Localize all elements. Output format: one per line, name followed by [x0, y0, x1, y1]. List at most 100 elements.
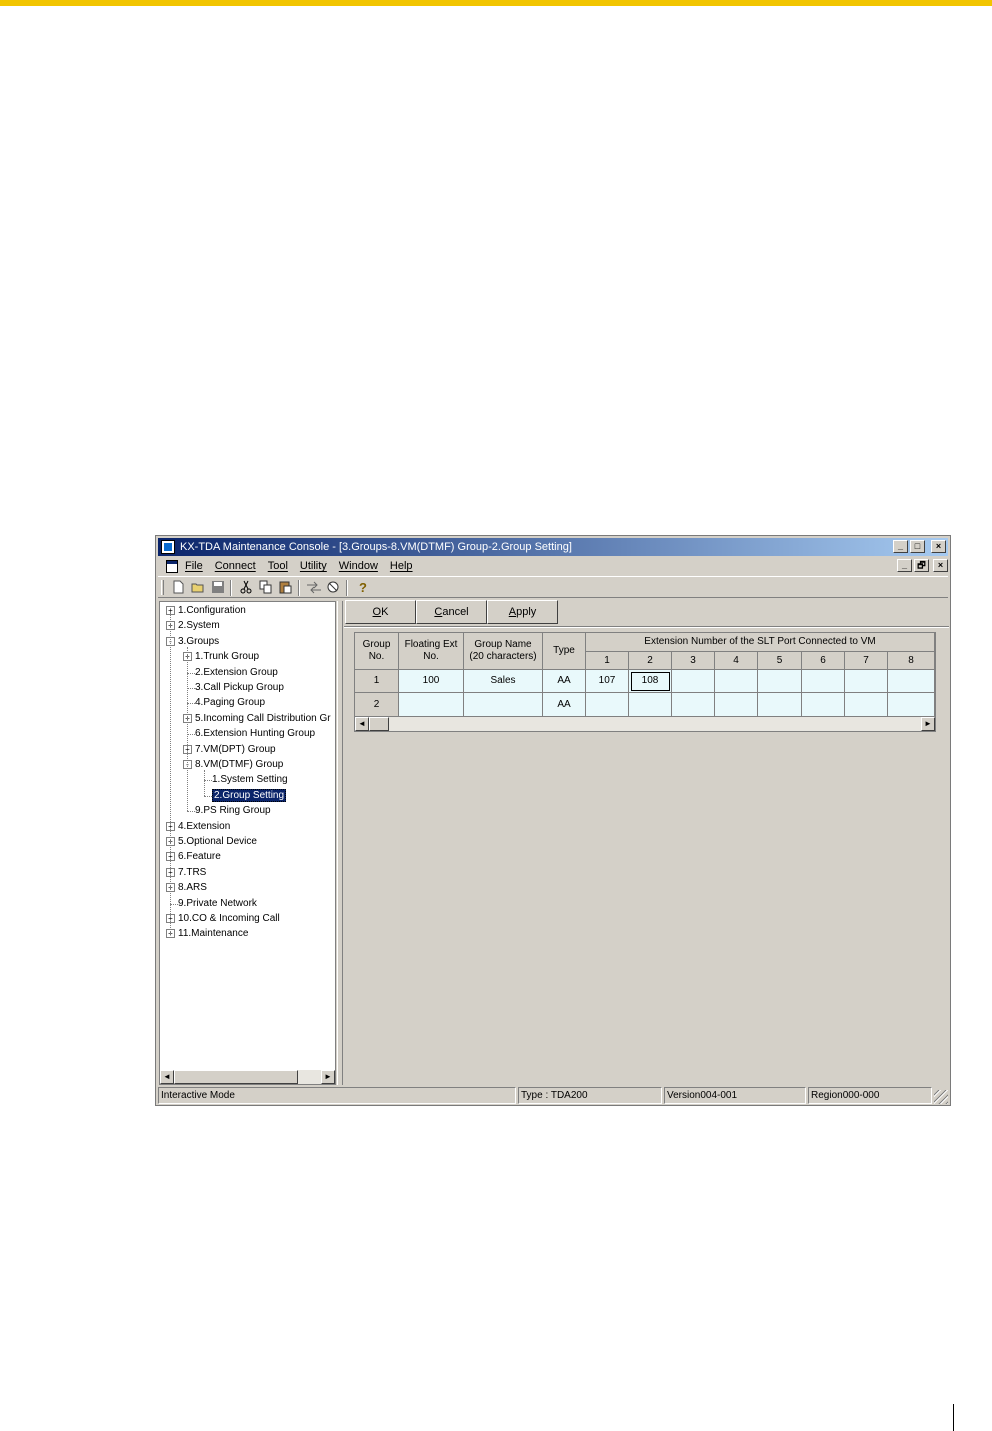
pane-splitter[interactable]	[337, 601, 343, 1085]
tree-item[interactable]: 9.PS Ring Group	[195, 804, 271, 818]
tree-item[interactable]: 5.Optional Device	[178, 835, 257, 849]
open-icon[interactable]	[190, 580, 206, 596]
tree-item[interactable]: 1.Trunk Group	[195, 650, 259, 664]
cancel-button[interactable]: Cancel	[416, 600, 487, 624]
cell-group-name[interactable]: Sales	[464, 670, 543, 693]
tree-item-label: 11.Maintenance	[178, 928, 249, 940]
maximize-button[interactable]: □	[910, 540, 925, 553]
app-icon[interactable]	[161, 540, 175, 554]
tree-item[interactable]: 9.Private Network	[178, 897, 257, 911]
new-icon[interactable]	[170, 580, 186, 596]
help-icon[interactable]: ?	[354, 580, 370, 596]
cell-ext-number[interactable]	[758, 693, 802, 717]
resize-grip-icon[interactable]	[934, 1090, 948, 1104]
grid-scroll-left-icon[interactable]: ◄	[355, 717, 369, 731]
tree-scroll-right-icon[interactable]: ►	[321, 1070, 335, 1084]
menu-utility[interactable]: Utility	[300, 557, 333, 575]
tree-scroll-thumb[interactable]	[174, 1070, 298, 1084]
child-minimize-button[interactable]: _	[897, 559, 912, 572]
tree-item[interactable]: 1.Configuration	[178, 604, 246, 618]
save-icon[interactable]	[210, 580, 226, 596]
tree-item[interactable]: 5.Incoming Call Distribution Gr	[195, 712, 331, 726]
ok-button[interactable]: OK	[345, 600, 416, 624]
cell-ext-number[interactable]: 108	[629, 670, 672, 693]
tree-item[interactable]: 8.ARS	[178, 881, 207, 895]
grid-scroll-right-icon[interactable]: ►	[921, 717, 935, 731]
tree-item[interactable]: 2.Extension Group	[195, 666, 278, 680]
header-ext-group: Extension Number of the SLT Port Connect…	[586, 633, 935, 652]
close-button[interactable]: ×	[931, 540, 946, 553]
grid-horizontal-scrollbar[interactable]: ◄ ►	[355, 717, 935, 731]
tree-item[interactable]: 2.Group Setting	[212, 788, 287, 803]
disconnect-icon[interactable]	[326, 580, 342, 596]
tree-item-label: 2.Group Setting	[212, 788, 287, 802]
menu-connect[interactable]: Connect	[215, 557, 262, 575]
cell-ext-number[interactable]	[672, 693, 715, 717]
grid-scroll-thumb[interactable]	[369, 717, 389, 731]
tree-item[interactable]: 3.Call Pickup Group	[195, 681, 284, 695]
cell-ext-number[interactable]	[715, 693, 758, 717]
cell-ext-number[interactable]	[845, 693, 888, 717]
tree-item[interactable]: 6.Feature	[178, 850, 221, 864]
page-margin-rule	[953, 1404, 954, 1431]
cell-ext-number[interactable]	[629, 693, 672, 717]
header-ext-col: 8	[888, 652, 935, 670]
cell-ext-number[interactable]: 107	[586, 670, 629, 693]
tree-horizontal-scrollbar[interactable]: ◄ ►	[160, 1070, 335, 1084]
tree-item[interactable]: 10.CO & Incoming Call	[178, 912, 280, 926]
paste-icon[interactable]	[278, 580, 294, 596]
tree-item-label: 8.VM(DTMF) Group	[195, 759, 284, 770]
cell-group-name[interactable]	[464, 693, 543, 717]
tree-item[interactable]: 2.System	[178, 619, 220, 633]
cell-floating-ext[interactable]: 100	[399, 670, 464, 693]
tree-item[interactable]: 4.Extension	[178, 820, 230, 834]
cell-ext-number[interactable]	[802, 670, 845, 693]
cell-ext-number[interactable]	[715, 670, 758, 693]
toolbar-grip[interactable]	[161, 580, 164, 595]
menu-help[interactable]: Help	[390, 557, 419, 575]
document-icon[interactable]	[166, 560, 178, 573]
tree-item[interactable]: 4.Paging Group	[195, 696, 265, 710]
header-floating-ext: Floating Ext No.	[399, 633, 464, 670]
cell-ext-number[interactable]	[758, 670, 802, 693]
tree-item[interactable]: 8.VM(DTMF) Group	[195, 758, 283, 772]
cell-ext-number[interactable]	[888, 693, 935, 717]
cell-group-no: 1	[355, 670, 399, 693]
tree-item[interactable]: 7.VM(DPT) Group	[195, 743, 276, 757]
tree-item[interactable]: 3.Groups	[178, 635, 219, 649]
cell-ext-number[interactable]	[845, 670, 888, 693]
tree-item[interactable]: 6.Extension Hunting Group	[195, 727, 315, 741]
cell-floating-ext[interactable]	[399, 693, 464, 717]
cell-ext-number[interactable]	[802, 693, 845, 717]
cut-icon[interactable]	[238, 580, 254, 596]
copy-icon[interactable]	[258, 580, 274, 596]
minimize-button[interactable]: _	[893, 540, 908, 553]
menu-tool[interactable]: Tool	[268, 557, 294, 575]
tree-item-label: 3.Call Pickup Group	[195, 682, 284, 693]
cell-ext-number[interactable]	[672, 670, 715, 693]
title-bar[interactable]: KX-TDA Maintenance Console - [3.Groups-8…	[158, 538, 948, 556]
group-setting-grid: Group No. Floating Ext No. Group Name (20 c…	[354, 632, 936, 732]
connect-icon[interactable]	[306, 580, 322, 596]
window-title: KX-TDA Maintenance Console - [3.Groups-8…	[180, 541, 572, 553]
tree-item[interactable]: 7.TRS	[178, 866, 206, 880]
child-close-button[interactable]: ×	[933, 559, 948, 572]
toolbar: ?	[158, 576, 948, 598]
tree-scroll-left-icon[interactable]: ◄	[160, 1070, 174, 1084]
tree-item[interactable]: 1.System Setting	[212, 773, 288, 787]
cell-ext-number[interactable]	[888, 670, 935, 693]
child-restore-button[interactable]: 🗗	[914, 559, 929, 572]
toolbar-separator	[346, 580, 348, 596]
cell-type[interactable]: AA	[543, 693, 586, 717]
menu-file[interactable]: File	[185, 557, 209, 575]
tree-connector	[170, 903, 178, 905]
tree-item-label: 2.System	[178, 620, 220, 632]
header-ext-col: 3	[672, 652, 715, 670]
navigation-tree[interactable]: +1.Configuration +2.System -3.Groups +1.Tru…	[159, 601, 336, 1085]
apply-button[interactable]: Apply	[487, 600, 558, 624]
cell-type[interactable]: AA	[543, 670, 586, 693]
tree-item[interactable]: 11.Maintenance	[178, 927, 248, 941]
menu-window[interactable]: Window	[339, 557, 384, 575]
cell-ext-number[interactable]	[586, 693, 629, 717]
tree-item-label: 1.System Setting	[212, 774, 288, 786]
